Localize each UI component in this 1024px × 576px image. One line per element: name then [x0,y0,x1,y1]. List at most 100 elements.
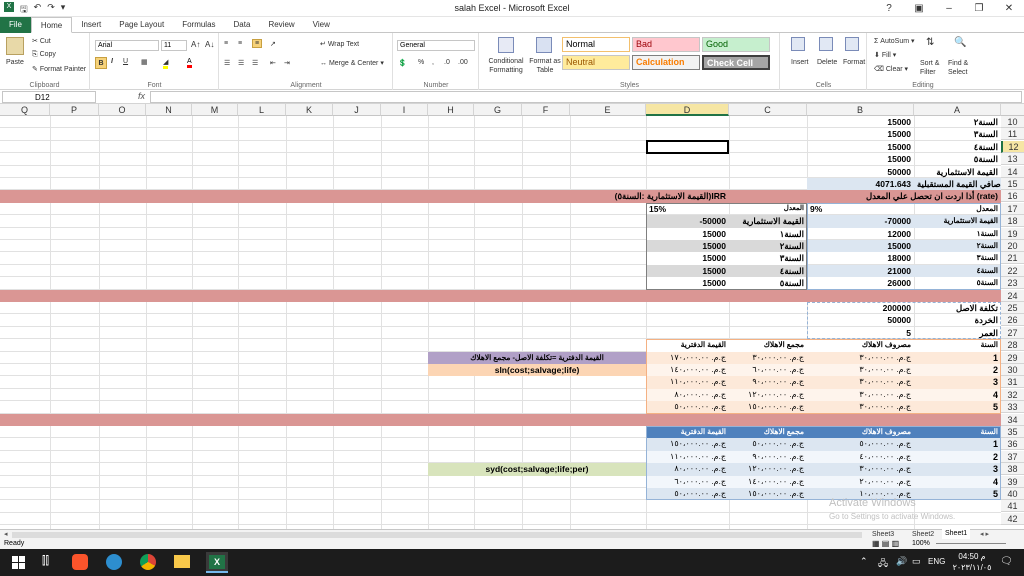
cell-b12[interactable]: 15000 [807,141,914,153]
column-header-o[interactable]: O [99,104,146,116]
row-header-21[interactable]: 21 [1001,252,1024,265]
row-header-32[interactable]: 32 [1001,388,1024,401]
zoom-level[interactable]: 100% [912,539,930,549]
tab-formulas[interactable]: Formulas [173,17,224,33]
style-neutral[interactable]: Neutral [562,55,630,70]
cell-a13[interactable]: السنة٥ [914,153,1001,165]
row-header-40[interactable]: 40 [1001,488,1024,500]
tab-review[interactable]: Review [259,17,303,33]
style-calculation[interactable]: Calculation [632,55,700,70]
column-header-c[interactable]: C [729,104,807,116]
sort-filter-icon[interactable]: ⇅ [926,37,934,48]
irr-prompt-cell[interactable]: (القيمة الاستثمارية :السنة٥)IRR [570,190,729,202]
borders-icon[interactable]: ▦ [141,58,148,66]
sln-note-cell[interactable]: القيمة الدفترية =تكلفة الاصل- مجمع الاهل… [428,352,646,364]
column-header-a[interactable]: A [914,104,1001,116]
excel-taskbar-item[interactable]: X [206,552,228,573]
cell-a15[interactable]: صافي القيمة المستقبلية [914,178,1001,190]
chrome-browser-icon[interactable] [140,554,156,570]
column-header-k[interactable]: K [286,104,333,116]
delete-cells-icon[interactable] [819,37,833,51]
sln-formula-cell[interactable]: sln(cost;salvage;life) [428,364,646,376]
insert-button[interactable]: Insert [791,59,809,66]
shrink-font-icon[interactable]: A↓ [205,40,214,49]
row-header-37[interactable]: 37 [1001,450,1024,463]
column-header-m[interactable]: M [192,104,238,116]
percent-icon[interactable]: % [418,59,424,66]
align-center-icon[interactable]: ☰ [238,59,244,67]
column-header-g[interactable]: G [474,104,522,116]
italic-button[interactable]: I [111,58,113,65]
select-all-corner[interactable] [1001,104,1024,116]
row-header-19[interactable]: 19 [1001,227,1024,240]
minimize-button[interactable]: – [934,0,964,17]
column-header-l[interactable]: L [238,104,286,116]
name-box[interactable]: D12 [2,91,96,103]
clear-button[interactable]: ⌫ Clear ▾ [874,65,908,73]
column-header-b[interactable]: B [807,104,914,116]
row-header-18[interactable]: 18 [1001,215,1024,228]
row-header-41[interactable]: 41 [1001,500,1024,513]
currency-icon[interactable]: 💲 [398,59,407,67]
row-header-33[interactable]: 33 [1001,401,1024,414]
column-header-q[interactable]: Q [0,104,50,116]
ribbon-display-icon[interactable]: ▣ [904,0,934,17]
merge-center-button[interactable]: ↔ Merge & Center ▾ [320,59,384,67]
fx-icon[interactable]: fx [138,91,145,101]
row-header-24[interactable]: 24 [1001,289,1024,302]
windows-start-icon[interactable] [12,556,25,569]
row-header-29[interactable]: 29 [1001,351,1024,364]
fill-color-icon[interactable]: ◢ [163,58,169,69]
column-header-j[interactable]: J [333,104,381,116]
tab-data[interactable]: Data [225,17,260,33]
bold-button[interactable]: B [95,57,107,69]
zoom-slider[interactable] [936,543,1006,544]
row-header-23[interactable]: 23 [1001,277,1024,290]
align-top-icon[interactable]: ≡ [224,40,228,47]
restore-button[interactable]: ❐ [964,0,994,17]
cell-b14[interactable]: 50000 [807,166,914,178]
row-header-15[interactable]: 15 [1001,178,1024,190]
task-view-icon[interactable]: ⫿⫿ [42,555,49,568]
copy-button[interactable]: ⎘ Copy [32,51,56,59]
row-header-14[interactable]: 14 [1001,165,1024,178]
formula-input[interactable] [150,91,1022,103]
edge-browser-icon[interactable] [106,554,122,570]
format-cells-icon[interactable] [845,37,859,51]
column-header-f[interactable]: F [522,104,570,116]
horizontal-scrollbar[interactable] [12,532,862,538]
row-header-12[interactable]: 12 [1001,140,1024,153]
cell-a14[interactable]: القيمة الاستثمارية [914,166,1001,178]
sheet-nav-icon[interactable]: ◂ ▸ [980,530,989,538]
cell-b15[interactable]: 4071.643 [807,178,914,190]
row-header-42[interactable]: 42 [1001,512,1024,525]
brave-browser-icon[interactable] [72,554,88,570]
row-header-38[interactable]: 38 [1001,463,1024,476]
binoculars-icon[interactable]: 🔍 [954,37,966,48]
conditional-formatting-icon[interactable] [498,37,514,53]
hscroll-left-icon[interactable]: ◂ [4,530,8,538]
row-header-39[interactable]: 39 [1001,475,1024,488]
file-explorer-icon[interactable] [174,555,190,568]
align-middle-icon[interactable]: ≡ [238,40,242,47]
style-good[interactable]: Good [702,37,770,52]
insert-cells-icon[interactable] [791,37,805,51]
row-header-25[interactable]: 25 [1001,302,1024,314]
row-header-11[interactable]: 11 [1001,128,1024,141]
language-indicator[interactable]: ENG [928,557,945,566]
row-header-27[interactable]: 27 [1001,326,1024,339]
delete-button[interactable]: Delete [817,59,837,66]
increase-indent-icon[interactable]: ⇥ [284,59,290,67]
row-header-34[interactable]: 34 [1001,413,1024,426]
find-select-button[interactable]: Find & Select [948,59,978,77]
row-header-36[interactable]: 36 [1001,438,1024,451]
wrap-text-button[interactable]: ↵ Wrap Text [320,40,359,48]
row-header-30[interactable]: 30 [1001,364,1024,376]
format-painter-button[interactable]: ✎ Format Painter [32,65,86,73]
format-as-table-icon[interactable] [536,37,552,53]
cell-b11[interactable]: 15000 [807,128,914,140]
row-header-22[interactable]: 22 [1001,264,1024,277]
close-button[interactable]: ✕ [994,0,1024,17]
tab-file[interactable]: File [0,17,31,33]
battery-icon[interactable]: ▭ [912,556,921,567]
